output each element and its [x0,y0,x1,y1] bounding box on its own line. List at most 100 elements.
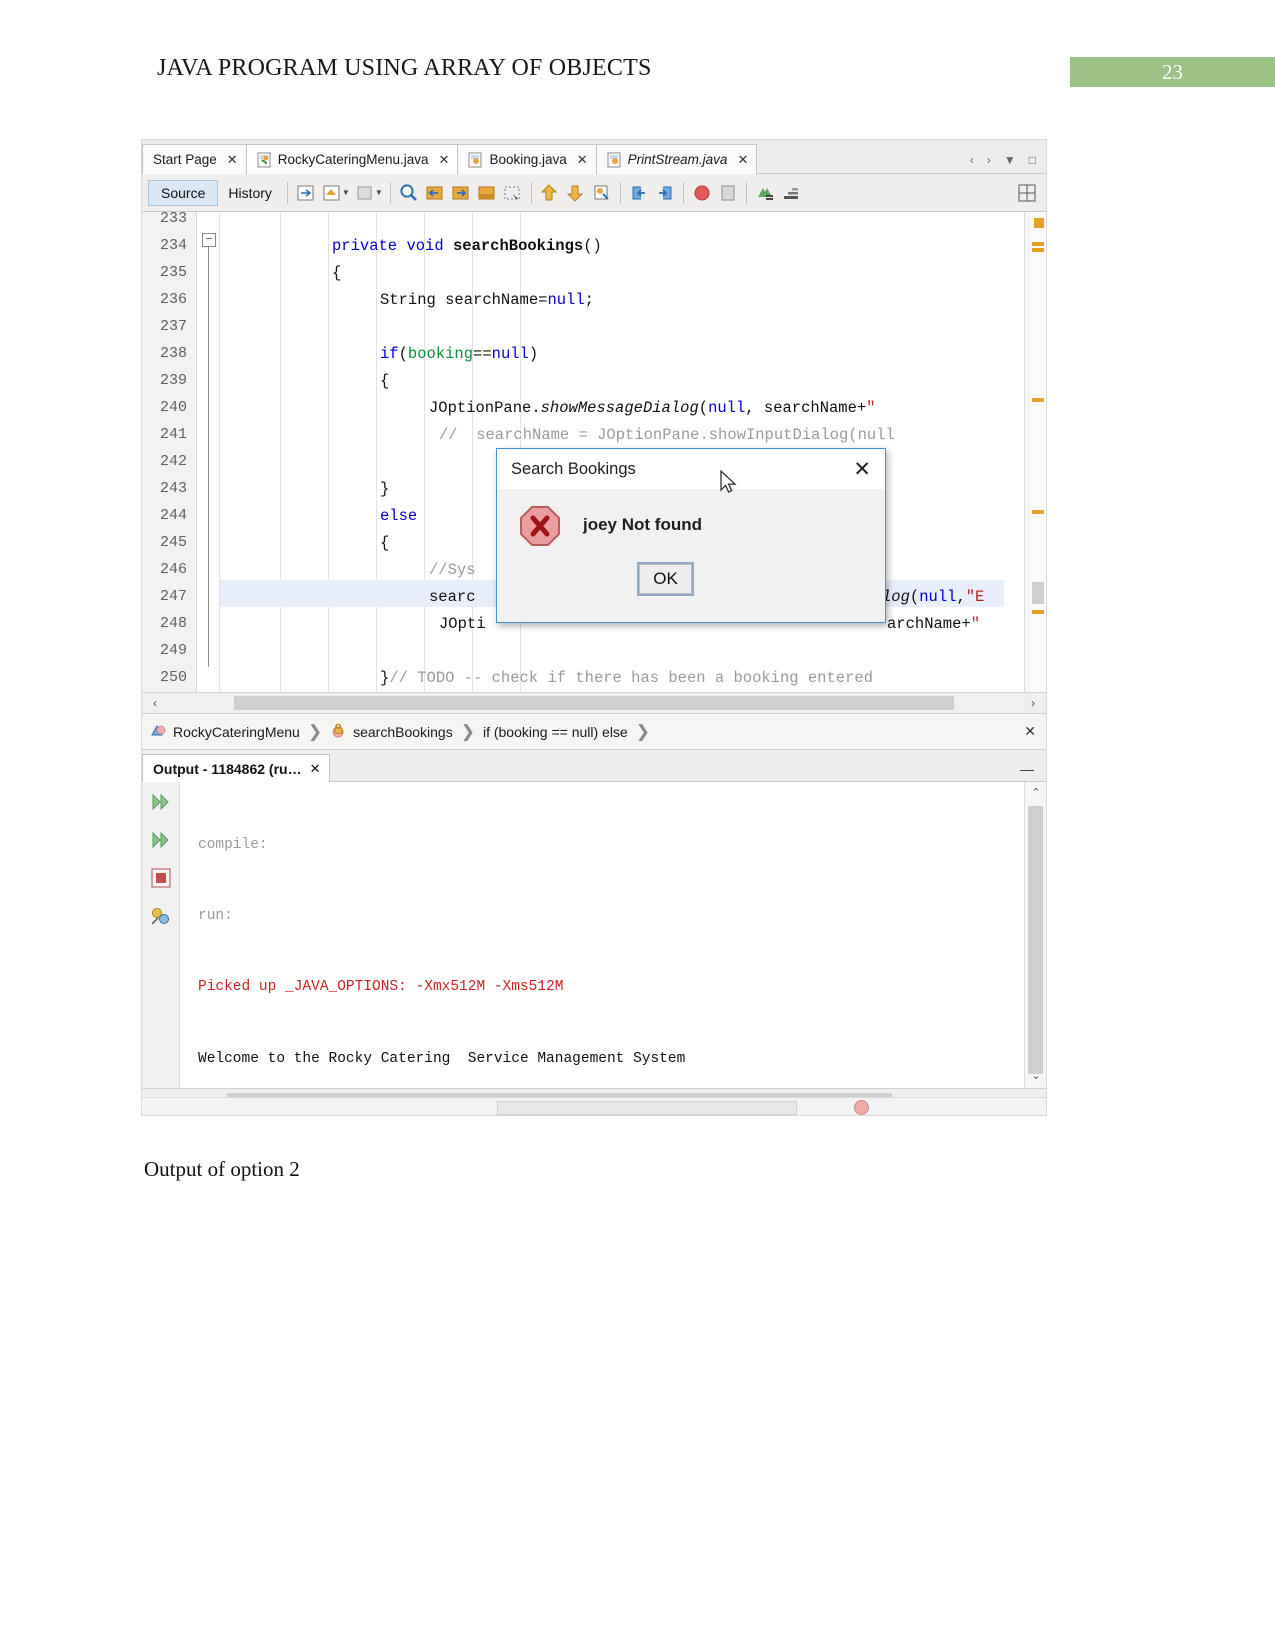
shift-right-icon[interactable] [652,181,678,205]
code-line: 234 private void searchBookings() [142,233,1046,260]
chevron-down-icon[interactable]: ▼ [342,188,350,197]
output-tab[interactable]: Output - 1184862 (ru… ✕ [142,754,330,782]
code-text: // searchName = JOptionPane.showInputDia… [439,426,895,444]
rectangular-selection-icon[interactable] [500,181,526,205]
toggle-bookmark-icon[interactable] [474,181,500,205]
close-icon[interactable]: ✕ [577,152,588,168]
annotation-mark[interactable] [1032,398,1044,402]
next-error-icon[interactable] [563,181,589,205]
dialog-message: joey Not found [583,515,702,534]
breadcrumb-item-class[interactable]: RockyCateringMenu [150,722,300,742]
minimize-icon[interactable]: — [1020,761,1046,781]
line-number: 249 [159,642,187,659]
breadcrumb-label: searchBookings [353,723,453,740]
annotation-mark[interactable] [1032,510,1044,514]
toggle-breakpoint-icon[interactable] [689,181,715,205]
scroll-tabs-left-icon[interactable]: ‹ [970,153,974,167]
error-annotation-column [1030,212,1046,692]
maximize-window-icon[interactable]: □ [1029,153,1036,167]
inspect-icon[interactable] [752,181,778,205]
code-text: }// TODO -- check if there has been a bo… [380,669,873,687]
code-line: 236 String searchName=null; [142,287,1046,314]
scroll-thumb[interactable] [234,696,954,710]
ok-button[interactable]: OK [637,562,694,596]
breadcrumb-label: RockyCateringMenu [173,723,300,740]
shift-left-icon[interactable] [626,181,652,205]
console-output[interactable]: compile: run: Picked up _JAVA_OPTIONS: -… [198,782,1020,1112]
code-line: 235 { [142,260,1046,287]
annotation-mark[interactable] [1032,248,1044,252]
previous-bookmark-icon[interactable] [422,181,448,205]
output-tab-label: Output - 1184862 (ru… [153,760,302,777]
close-icon[interactable]: ✕ [227,152,238,168]
scroll-tabs-right-icon[interactable]: › [987,153,991,167]
output-vertical-scrollbar[interactable]: ⌃ ⌄ [1024,782,1046,1112]
line-number: 248 [159,615,187,632]
close-icon[interactable]: ✕ [849,459,875,480]
fix-imports-icon[interactable] [589,181,615,205]
expand-all-icon[interactable] [1014,181,1040,205]
console-line: compile: [198,836,268,853]
editor-tab-booking[interactable]: Booking.java ✕ [457,144,597,174]
editor-tab-printstream[interactable]: PrintStream.java ✕ [595,144,758,174]
line-number: 250 [159,669,187,686]
output-console-panel: compile: run: Picked up _JAVA_OPTIONS: -… [142,782,1046,1112]
editor-tab-label: Booking.java [489,152,567,167]
next-bookmark-icon[interactable] [448,181,474,205]
scroll-up-icon[interactable]: ⌃ [1029,786,1043,799]
annotation-mark[interactable] [1032,242,1044,246]
annotation-mark[interactable] [1034,218,1044,228]
chevron-right-icon: ❯ [635,721,650,741]
dialog-title: Search Bookings [511,459,636,478]
line-number: 236 [159,291,187,308]
chevron-right-icon: ❯ [460,721,475,741]
line-number: 238 [159,345,187,362]
code-text: JOpti [439,615,486,633]
annotation-mark[interactable] [1032,610,1044,614]
java-file-icon [607,152,622,168]
previous-error-icon[interactable] [537,181,563,205]
output-tab-strip: Output - 1184862 (ru… ✕ — [142,750,1046,782]
chevron-down-icon[interactable]: ▼ [375,188,383,197]
line-number: 243 [159,480,187,497]
line-number: 245 [159,534,187,551]
editor-tab-label: PrintStream.java [627,152,728,167]
stop-icon[interactable] [715,181,741,205]
editor-horizontal-scrollbar[interactable]: ‹ › [142,692,1046,714]
tab-list-dropdown-icon[interactable]: ▼ [1004,153,1016,167]
page-title: JAVA PROGRAM USING ARRAY OF OBJECTS [157,55,652,81]
scroll-right-icon[interactable]: › [1020,696,1046,710]
code-line: 240 JOptionPane.showMessageDialog(null, … [142,395,1046,422]
breadcrumb-item-method[interactable]: searchBookings [330,722,453,742]
rerun-icon[interactable] [149,790,173,814]
close-icon[interactable]: ✕ [310,761,321,777]
tab-source[interactable]: Source [148,179,219,206]
breadcrumb-item-block[interactable]: if (booking == null) else [483,724,628,740]
scroll-thumb[interactable] [1032,582,1044,604]
format-icon[interactable] [778,181,804,205]
close-icon[interactable]: ✕ [439,152,450,168]
stop-process-icon[interactable] [149,866,173,890]
java-file-icon [257,152,272,168]
refactor-icon[interactable] [293,181,319,205]
toolbar-separator [530,181,532,204]
code-text-tail: archName+" [887,615,981,633]
console-line: run: [198,907,233,924]
scroll-down-icon[interactable]: ⌄ [1029,1069,1043,1082]
output-side-toolbar [142,782,180,1112]
close-icon[interactable]: ✕ [737,152,748,168]
editor-tab-start-page[interactable]: Start Page ✕ [142,144,247,174]
scroll-left-icon[interactable]: ‹ [142,696,168,710]
editor-tab-rockycateringmenu[interactable]: RockyCateringMenu.java ✕ [245,144,459,174]
build-icon[interactable] [149,904,173,928]
code-line: 237 [142,314,1046,341]
find-selection-icon[interactable] [396,181,422,205]
tab-strip-tools: ‹ › ▼ □ [970,153,1046,173]
tab-history[interactable]: History [218,180,282,206]
editor-toolbar: Source History ▼ ▼ [142,174,1046,212]
rerun-step-icon[interactable] [149,828,173,852]
toolbar-separator [745,181,747,204]
page-number: 23 [1162,59,1183,84]
scroll-thumb[interactable] [1028,806,1043,1074]
close-icon[interactable]: ✕ [1024,723,1046,740]
